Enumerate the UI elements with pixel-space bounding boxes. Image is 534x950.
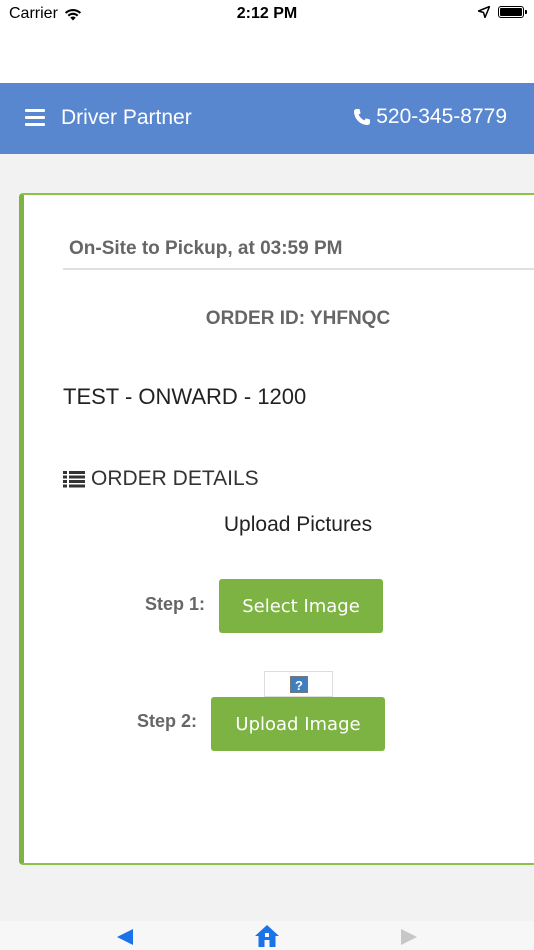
order-details-label: ORDER DETAILS [91,467,259,490]
step1-label: Step 1: [145,594,206,614]
status-time: 2:12 PM [236,5,298,22]
select-image-button[interactable]: Select Image [219,579,383,633]
app-navbar: Driver Partner 520-345-8779 [0,83,534,154]
phone-link[interactable]: 520-345-8779 [353,105,507,129]
step2-label: Step 2: [137,711,198,731]
order-name: TEST - ONWARD - 1200 [63,384,307,409]
app-title: Driver Partner [61,106,192,129]
order-id: ORDER ID: YHFNQC [205,308,391,329]
image-preview: ? [264,671,333,697]
status-bar: Carrier 2:12 PM [0,0,534,83]
order-status-text: On-Site to Pickup, at 03:59 PM [69,238,343,259]
battery-icon [498,6,527,18]
home-icon[interactable] [254,924,280,948]
upload-pictures-title: Upload Pictures [223,513,373,536]
forward-arrow-icon[interactable] [401,929,417,945]
menu-icon[interactable] [25,109,45,127]
status-indicators [478,6,527,18]
bottom-nav-bar [0,921,534,950]
location-arrow-icon [478,6,490,18]
list-icon [63,471,85,488]
phone-icon [354,109,371,125]
broken-image-icon: ? [290,676,308,693]
order-details-toggle[interactable]: ORDER DETAILS [63,467,259,491]
back-arrow-icon[interactable] [117,929,133,945]
phone-number: 520-345-8779 [376,105,507,128]
upload-image-button[interactable]: Upload Image [211,697,385,751]
order-status-header: On-Site to Pickup, at 03:59 PM [63,236,534,270]
